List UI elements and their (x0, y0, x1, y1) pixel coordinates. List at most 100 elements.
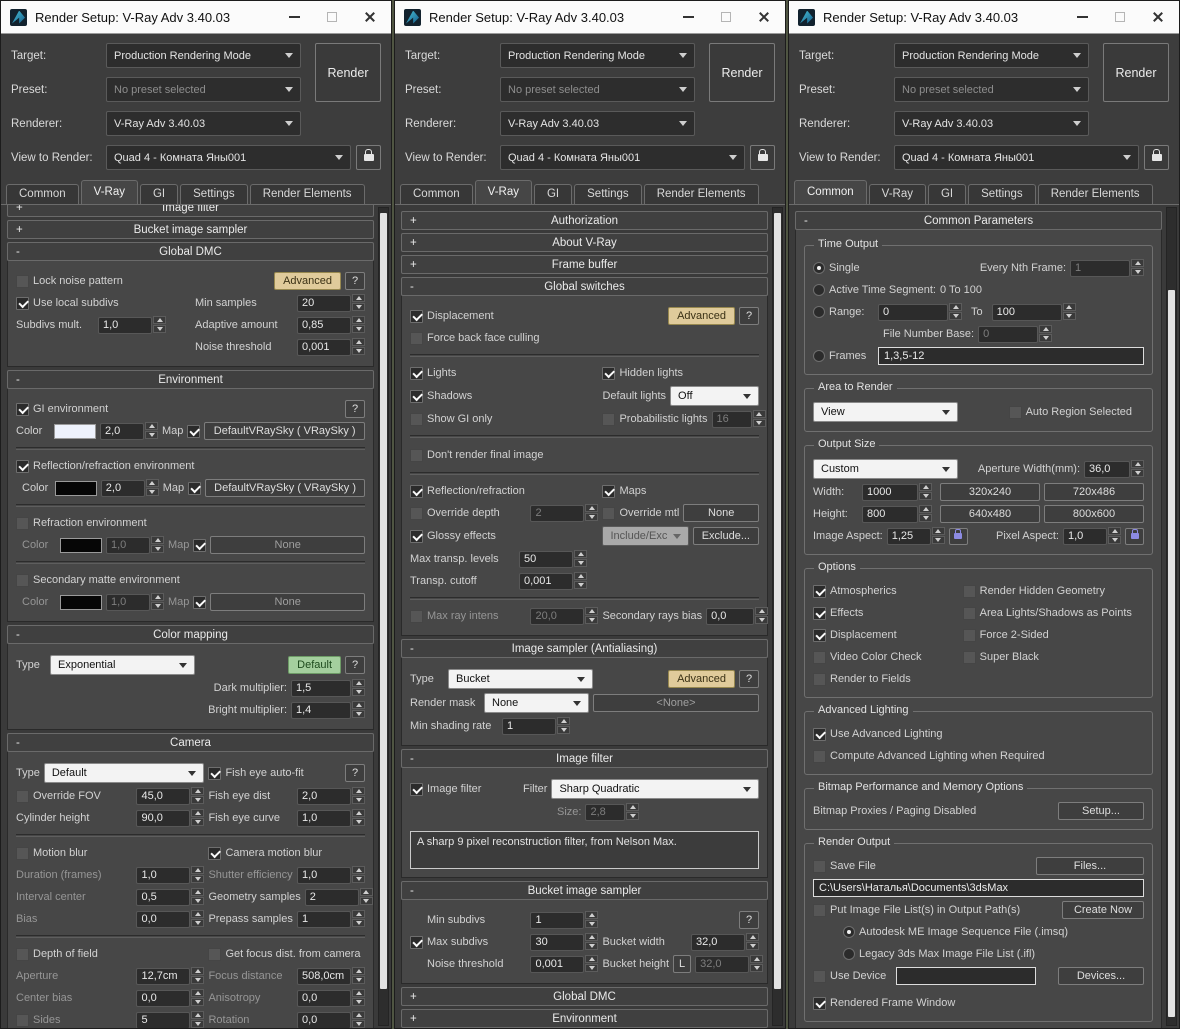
tab-vray[interactable]: V-Ray (474, 180, 532, 204)
rollout-global-switches-header[interactable]: - Global switches (401, 277, 768, 296)
spinner[interactable] (1039, 325, 1053, 343)
matte-map-button[interactable]: None (210, 593, 365, 611)
spinner[interactable] (151, 593, 164, 611)
preset-800x600-button[interactable]: 800x600 (1044, 505, 1144, 523)
effects-checkbox[interactable] (813, 606, 826, 620)
default-button[interactable]: Default (288, 656, 341, 674)
maximize-button[interactable] (317, 4, 347, 30)
render-hidden-geometry-checkbox[interactable] (962, 584, 976, 598)
default-lights-dropdown[interactable]: Off (670, 386, 759, 406)
spinner[interactable] (191, 866, 205, 884)
tab-gi[interactable]: GI (533, 184, 573, 204)
render-button[interactable]: Render (1103, 43, 1169, 102)
active-time-segment-radio[interactable] (813, 284, 825, 296)
close-button[interactable] (1143, 4, 1173, 30)
area-to-render-dropdown[interactable]: View (813, 402, 958, 422)
spinner[interactable] (949, 303, 962, 321)
spinner[interactable] (626, 803, 640, 821)
rollout-image-sampler-header[interactable]: - Image sampler (Antialiasing) (401, 639, 768, 658)
min-samples-field[interactable]: 20 (297, 294, 351, 312)
spinner[interactable] (1108, 527, 1121, 545)
every-nth-frame-field[interactable]: 1 (1070, 259, 1130, 277)
gi-multiplier-field[interactable]: 2,0 (100, 422, 144, 440)
camera-type-dropdown[interactable]: Default (43, 763, 205, 783)
area-lights-as-points-checkbox[interactable] (962, 606, 976, 620)
bright-multiplier-field[interactable]: 1,4 (291, 701, 351, 719)
gi-environment-checkbox[interactable] (16, 402, 29, 416)
output-size-dropdown[interactable]: Custom (813, 459, 958, 479)
use-advanced-lighting-checkbox[interactable] (813, 727, 826, 741)
tab-settings[interactable]: Settings (574, 184, 642, 204)
override-fov-field[interactable]: 45,0 (136, 787, 191, 805)
maximize-button[interactable] (711, 4, 741, 30)
spinner[interactable] (352, 1011, 365, 1028)
target-dropdown[interactable]: Production Rendering Mode (894, 43, 1089, 68)
spinner[interactable] (352, 787, 365, 805)
spinner[interactable] (153, 316, 166, 334)
image-filter-checkbox[interactable] (410, 782, 423, 796)
include-exclude-dropdown[interactable]: Include/Exc (602, 526, 689, 546)
output-path-field[interactable]: C:\Users\Наталья\Documents\3dsMax (813, 879, 1144, 897)
reflection-color-swatch[interactable] (54, 480, 97, 496)
anisotropy-field[interactable]: 0,0 (297, 989, 351, 1007)
help-button[interactable]: ? (739, 307, 759, 325)
titlebar[interactable]: Render Setup: V-Ray Adv 3.40.03 (1, 1, 391, 34)
force-back-face-culling-checkbox[interactable] (410, 331, 423, 345)
rollout-authorization[interactable]: + Authorization (401, 211, 768, 230)
maps-checkbox[interactable] (602, 484, 616, 498)
max-transp-levels-field[interactable]: 50 (519, 550, 573, 568)
filter-size-field[interactable]: 2,8 (585, 803, 626, 821)
interval-center-field[interactable]: 0,5 (136, 888, 191, 906)
atmospherics-checkbox[interactable] (813, 584, 826, 598)
cylinder-height-field[interactable]: 90,0 (136, 809, 191, 827)
matte-multiplier-field[interactable]: 1,0 (106, 593, 150, 611)
rollout-image-filter-header[interactable]: - Image filter (401, 749, 768, 768)
tab-settings[interactable]: Settings (180, 184, 248, 204)
probabilistic-lights-field[interactable]: 16 (711, 410, 752, 428)
spinner[interactable] (151, 536, 164, 554)
lock-noise-pattern-checkbox[interactable] (16, 274, 29, 288)
rollout-common-parameters-header[interactable]: - Common Parameters (795, 211, 1162, 230)
super-black-checkbox[interactable] (962, 650, 976, 664)
width-field[interactable]: 1000 (862, 483, 918, 501)
spinner[interactable] (574, 572, 587, 590)
scrollbar-thumb[interactable] (774, 213, 781, 990)
video-color-check-checkbox[interactable] (813, 650, 826, 664)
render-button[interactable]: Render (315, 43, 381, 102)
renderer-dropdown[interactable]: V-Ray Adv 3.40.03 (106, 111, 301, 136)
render-mask-dropdown[interactable]: None (484, 693, 589, 713)
rollout-environment[interactable]: + Environment (401, 1009, 768, 1028)
rendered-frame-window-checkbox[interactable] (813, 996, 826, 1010)
reflection-environment-checkbox[interactable] (16, 459, 29, 473)
spinner[interactable] (145, 422, 158, 440)
view-to-render-dropdown[interactable]: Quad 4 - Комната Яны001 (106, 145, 351, 170)
spinner[interactable] (352, 866, 365, 884)
shadows-checkbox[interactable] (410, 389, 423, 403)
setup-button[interactable]: Setup... (1058, 802, 1144, 820)
spinner[interactable] (1131, 259, 1144, 277)
refraction-color-swatch[interactable] (60, 537, 102, 553)
transp-cutoff-field[interactable]: 0,001 (519, 572, 573, 590)
bias-field[interactable]: 0,0 (136, 910, 191, 928)
devices-button[interactable]: Devices... (1058, 967, 1144, 985)
probabilistic-lights-checkbox[interactable] (602, 412, 616, 426)
aperture-width-field[interactable]: 36,0 (1084, 460, 1130, 478)
rotation-field[interactable]: 0,0 (297, 1011, 351, 1028)
range-radio[interactable] (813, 306, 825, 318)
spinner[interactable] (191, 967, 205, 985)
max-ray-intensity-checkbox[interactable] (410, 609, 423, 623)
displacement-checkbox[interactable] (813, 628, 826, 642)
spinner[interactable] (585, 504, 599, 522)
target-dropdown[interactable]: Production Rendering Mode (500, 43, 695, 68)
spinner[interactable] (359, 888, 373, 906)
prepass-samples-field[interactable]: 1 (297, 910, 351, 928)
lights-checkbox[interactable] (410, 366, 423, 380)
file-number-base-field[interactable]: 0 (978, 325, 1039, 343)
motion-blur-checkbox[interactable] (16, 846, 29, 860)
scrollbar[interactable] (1166, 207, 1177, 1026)
tab-common[interactable]: Common (794, 180, 867, 204)
aperture-field[interactable]: 12,7cm (136, 967, 191, 985)
adaptive-amount-field[interactable]: 0,85 (297, 316, 351, 334)
spinner[interactable] (931, 527, 945, 545)
bucket-width-field[interactable]: 32,0 (691, 933, 745, 951)
